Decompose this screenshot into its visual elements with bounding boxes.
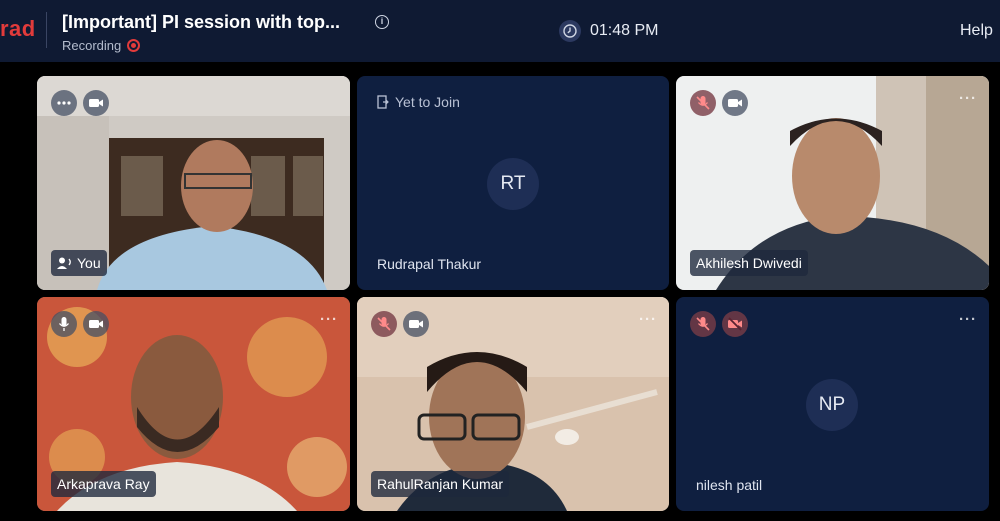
participant-tile-arkaprava[interactable]: ··· Arkaprava Ray <box>37 297 350 511</box>
participant-tile-nilesh[interactable]: ··· NP nilesh patil <box>676 297 989 511</box>
participant-tile-you[interactable]: You <box>37 76 350 290</box>
avatar: RT <box>487 158 539 210</box>
more-options-icon[interactable]: ··· <box>320 311 338 328</box>
mic-muted-icon[interactable] <box>371 311 397 337</box>
mic-icon[interactable] <box>51 311 77 337</box>
participant-name: Akhilesh Dwivedi <box>696 255 802 271</box>
participant-name-chip: RahulRanjan Kumar <box>371 471 510 497</box>
camera-icon[interactable] <box>722 90 748 116</box>
participant-name: Arkaprava Ray <box>57 476 150 492</box>
clock-icon <box>559 20 581 42</box>
more-options-icon[interactable]: ··· <box>959 311 977 328</box>
camera-icon[interactable] <box>83 311 109 337</box>
more-options-icon[interactable]: ··· <box>639 311 657 328</box>
participant-tile-rahulranjan[interactable]: ··· RahulRanjan Kumar <box>357 297 669 511</box>
meeting-time: 01:48 PM <box>590 22 659 39</box>
info-icon[interactable]: i <box>375 15 389 29</box>
participant-name-chip: Akhilesh Dwivedi <box>690 250 808 276</box>
avatar: NP <box>806 379 858 431</box>
participant-name-chip: Arkaprava Ray <box>51 471 156 497</box>
brand-logo: rad <box>0 16 36 41</box>
camera-icon[interactable] <box>403 311 429 337</box>
participant-name: You <box>77 255 101 271</box>
mic-muted-icon[interactable] <box>690 311 716 337</box>
help-button[interactable]: Help <box>960 22 993 40</box>
yet-to-join-status: Yet to Join <box>377 94 460 110</box>
recording-label: Recording <box>62 38 122 53</box>
yet-to-join-label: Yet to Join <box>395 94 460 110</box>
top-bar: rad [Important] PI session with top... i… <box>0 0 1000 62</box>
more-options-button[interactable] <box>51 90 77 116</box>
divider <box>46 12 47 48</box>
participant-name-chip: You <box>51 250 107 276</box>
recording-icon <box>127 39 140 52</box>
participant-name: Rudrapal Thakur <box>377 256 482 272</box>
participant-tile-rudrapal[interactable]: Yet to Join RT Rudrapal Thakur <box>357 76 669 290</box>
more-options-icon[interactable]: ··· <box>959 90 977 107</box>
participant-name: RahulRanjan Kumar <box>377 476 504 492</box>
participant-name: nilesh patil <box>696 477 763 493</box>
camera-icon[interactable] <box>83 90 109 116</box>
participant-tile-akhilesh[interactable]: ··· Akhilesh Dwivedi <box>676 76 989 290</box>
mic-muted-icon[interactable] <box>690 90 716 116</box>
camera-off-icon[interactable] <box>722 311 748 337</box>
speaker-icon <box>57 257 71 269</box>
join-door-icon <box>377 95 389 109</box>
meeting-title: [Important] PI session with top... <box>62 12 341 32</box>
